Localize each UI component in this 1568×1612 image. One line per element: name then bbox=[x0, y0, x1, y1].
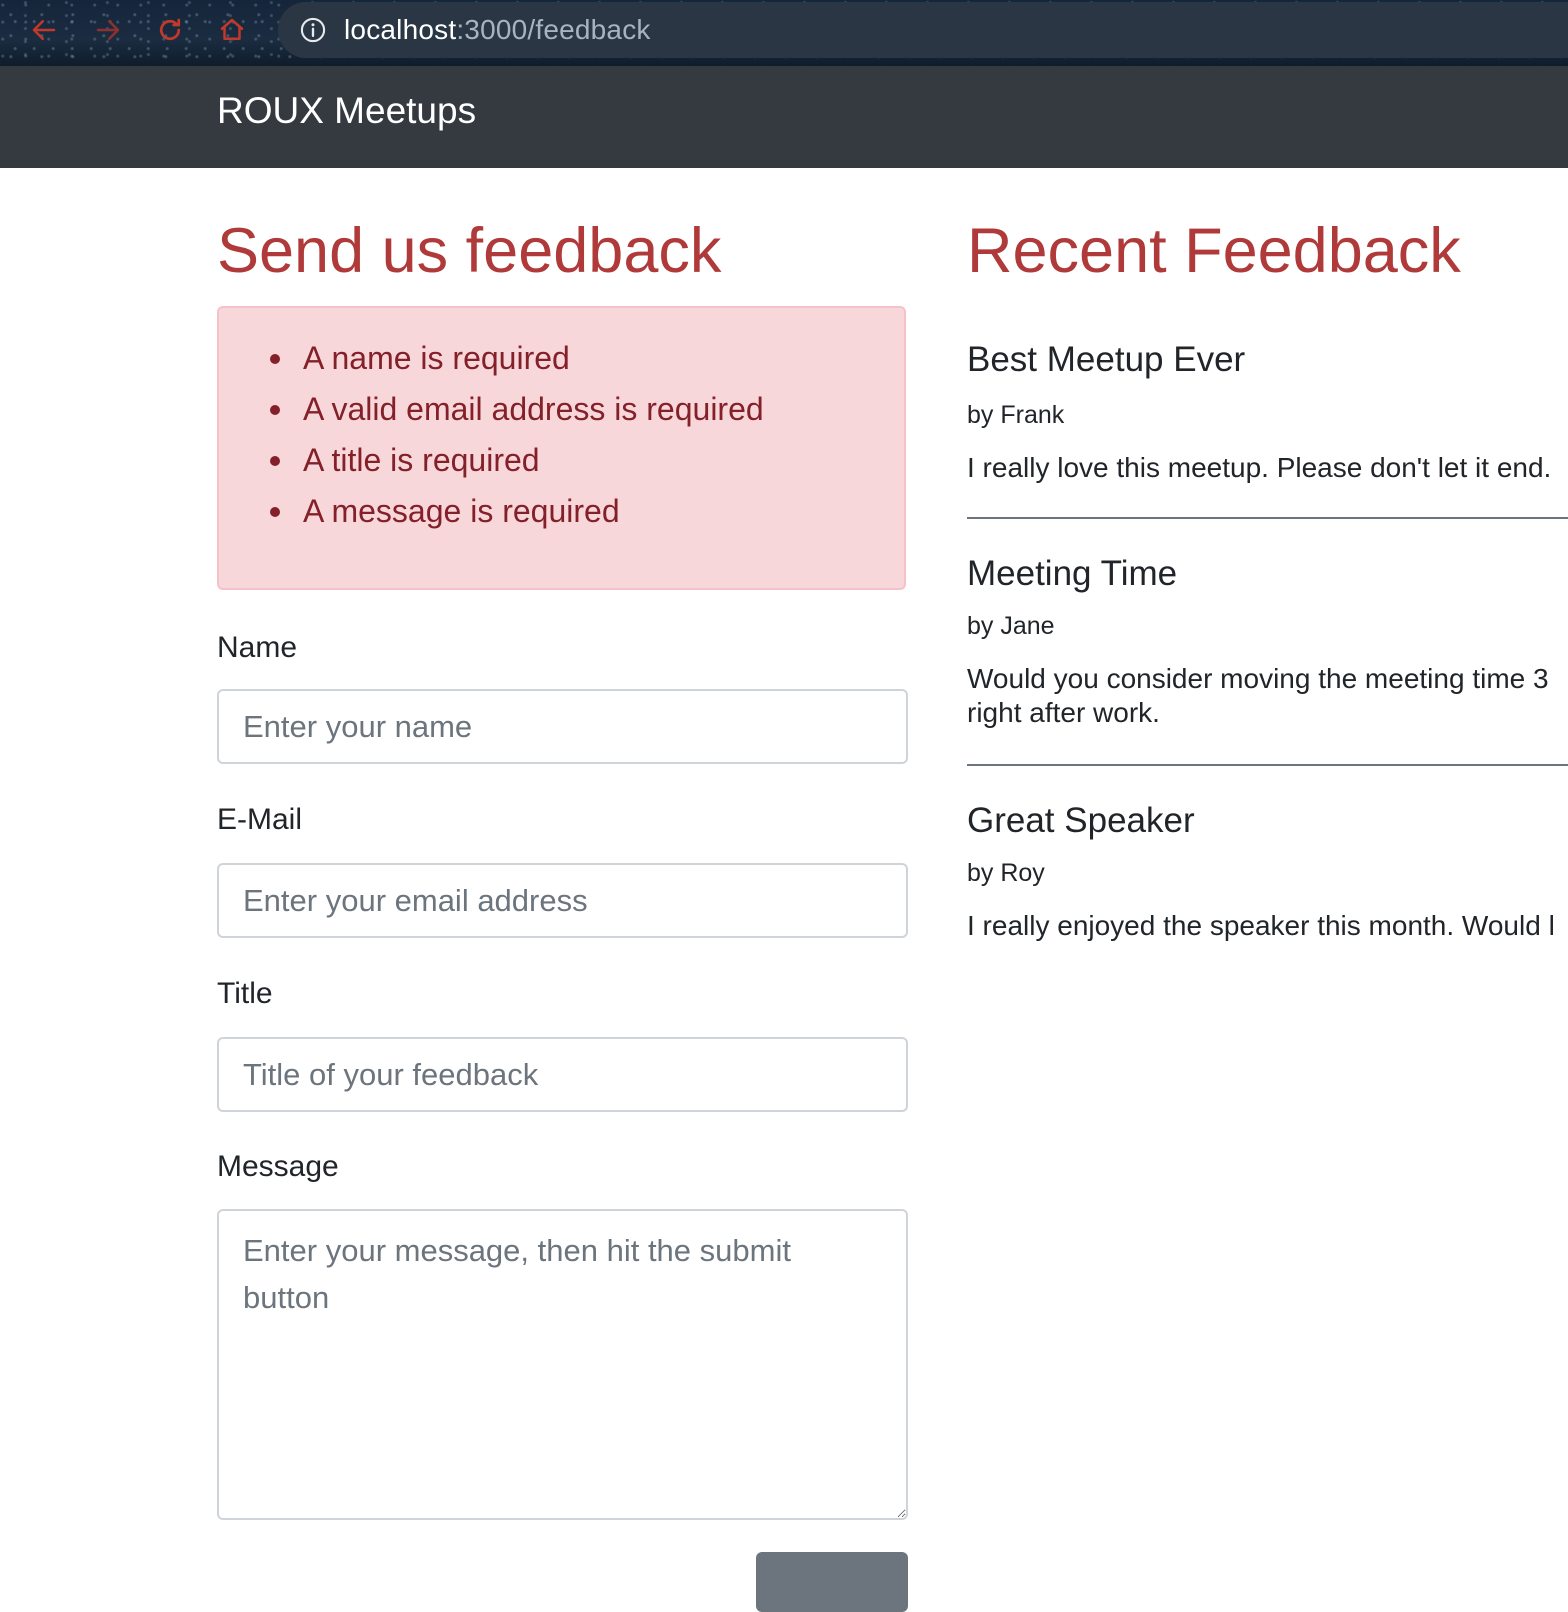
error-item: A name is required bbox=[270, 338, 764, 389]
feedback-message: Would you consider moving the meeting ti… bbox=[967, 663, 1549, 728]
name-label: Name bbox=[217, 631, 298, 664]
feedback-section-title: Recent Feedback bbox=[967, 216, 1461, 286]
error-item: A message is required bbox=[270, 491, 764, 542]
error-text: A valid email address is required bbox=[303, 391, 764, 427]
feedback-title: Best Meetup Ever bbox=[967, 340, 1246, 379]
browser-toolbar: localhost:3000/feedback bbox=[0, 0, 1568, 66]
back-arrow-icon bbox=[32, 20, 56, 40]
url-host: localhost bbox=[344, 14, 457, 45]
feedback-message: I really enjoyed the speaker this month.… bbox=[967, 910, 1555, 941]
error-item: A valid email address is required bbox=[270, 389, 764, 440]
forward-button[interactable] bbox=[90, 12, 126, 48]
url-path: :3000/feedback bbox=[456, 14, 651, 45]
bullet-icon bbox=[270, 456, 280, 466]
home-icon bbox=[220, 18, 244, 40]
site-navbar: ROUX Meetups bbox=[0, 66, 1568, 168]
address-bar[interactable]: localhost:3000/feedback bbox=[278, 2, 1568, 58]
feedback-author: by Jane bbox=[967, 612, 1055, 640]
feedback-message: I really love this meetup. Please don't … bbox=[967, 452, 1552, 483]
reload-icon bbox=[159, 18, 181, 41]
error-item: A title is required bbox=[270, 440, 764, 491]
error-text: A message is required bbox=[303, 493, 620, 529]
bullet-icon bbox=[270, 354, 280, 364]
error-text: A name is required bbox=[303, 340, 570, 376]
feedback-title: Meeting Time bbox=[967, 554, 1178, 593]
forward-arrow-icon bbox=[96, 20, 120, 40]
error-alert: A name is required A valid email address… bbox=[217, 306, 906, 590]
feedback-title: Great Speaker bbox=[967, 801, 1195, 840]
title-label: Title bbox=[217, 977, 273, 1010]
navbar-brand[interactable]: ROUX Meetups bbox=[217, 90, 476, 132]
form-section-title: Send us feedback bbox=[217, 216, 722, 286]
message-textarea[interactable] bbox=[217, 1209, 908, 1520]
feedback-author: by Frank bbox=[967, 401, 1065, 429]
error-text: A title is required bbox=[303, 442, 540, 478]
feedback-author: by Roy bbox=[967, 859, 1045, 887]
email-input[interactable] bbox=[217, 863, 908, 938]
feedback-divider bbox=[967, 517, 1568, 519]
url-text[interactable]: localhost:3000/feedback bbox=[344, 14, 651, 46]
error-list: A name is required A valid email address… bbox=[270, 338, 764, 542]
reload-button[interactable] bbox=[152, 12, 188, 48]
submit-button[interactable] bbox=[756, 1552, 908, 1612]
back-button[interactable] bbox=[26, 12, 62, 48]
email-label: E-Mail bbox=[217, 803, 303, 836]
feedback-divider bbox=[967, 764, 1568, 766]
home-button[interactable] bbox=[214, 12, 250, 48]
message-label: Message bbox=[217, 1150, 339, 1183]
name-input[interactable] bbox=[217, 689, 908, 764]
bullet-icon bbox=[270, 405, 280, 415]
bullet-icon bbox=[270, 507, 280, 517]
info-icon[interactable] bbox=[298, 15, 328, 45]
title-input[interactable] bbox=[217, 1037, 908, 1112]
